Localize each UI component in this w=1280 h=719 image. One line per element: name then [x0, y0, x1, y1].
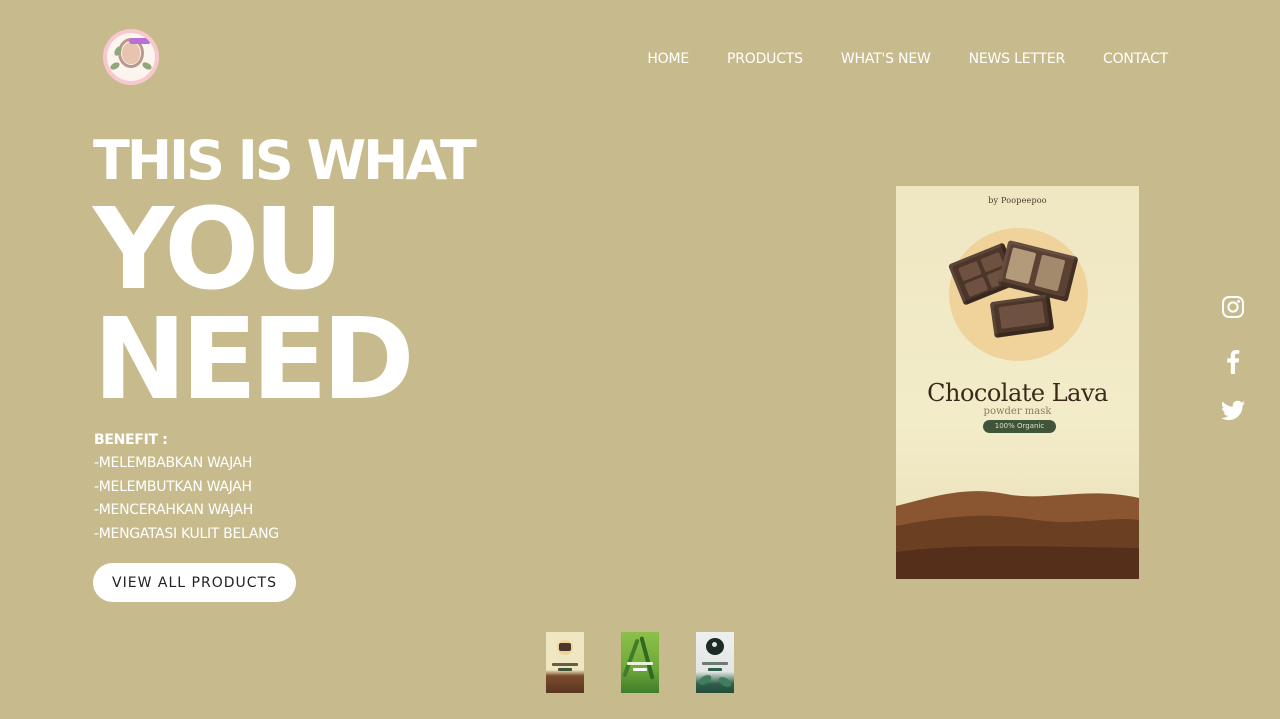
twitter-icon[interactable] [1220, 398, 1246, 424]
product-subtitle: powder mask [983, 406, 1052, 417]
view-all-products-button[interactable]: VIEW ALL PRODUCTS [93, 563, 296, 602]
benefit-item: -MENGATASI KULIT BELANG [94, 525, 279, 542]
hero-heading-line-1: THIS IS WHAT [93, 129, 477, 192]
product-name: Chocolate Lava [927, 379, 1108, 407]
benefit-item: -MELEMBABKAN WAJAH [94, 455, 253, 472]
logo-illustration [107, 33, 155, 81]
benefit-item: -MELEMBUTKAN WAJAH [94, 478, 252, 495]
thumbnail-charcoal[interactable] [696, 632, 734, 693]
thumbnail-chocolate-lava[interactable] [546, 632, 584, 693]
product-image: by Poopeepoo Chocolate Lava powder mask … [896, 186, 1139, 579]
hero-heading-line-2: YOU [93, 185, 344, 315]
product-brand: by Poopeepoo [988, 196, 1047, 205]
product-wave-graphic [896, 491, 1139, 579]
main-navigation: HOME PRODUCTS WHAT'S NEW NEWS LETTER CON… [609, 48, 1168, 70]
brand-logo[interactable] [103, 29, 159, 85]
benefits-title: BENEFIT : [94, 432, 168, 448]
benefit-item: -MENCERAHKAN WAJAH [94, 502, 254, 519]
facebook-icon[interactable] [1220, 348, 1246, 374]
product-thumbnails [546, 632, 736, 694]
thumbnail-matcha[interactable] [621, 632, 659, 693]
nav-whats-new[interactable]: WHAT'S NEW [841, 48, 931, 70]
nav-news-letter[interactable]: NEWS LETTER [969, 48, 1066, 70]
instagram-icon[interactable] [1220, 294, 1246, 320]
nav-home[interactable]: HOME [647, 48, 689, 70]
nav-products[interactable]: PRODUCTS [727, 48, 803, 70]
hero-heading-line-3: NEED [93, 295, 415, 425]
product-tag: 100% Organic [983, 420, 1056, 433]
benefits-list: BENEFIT : -MELEMBABKAN WAJAH -MELEMBUTKA… [94, 429, 279, 546]
nav-contact[interactable]: CONTACT [1103, 48, 1168, 70]
